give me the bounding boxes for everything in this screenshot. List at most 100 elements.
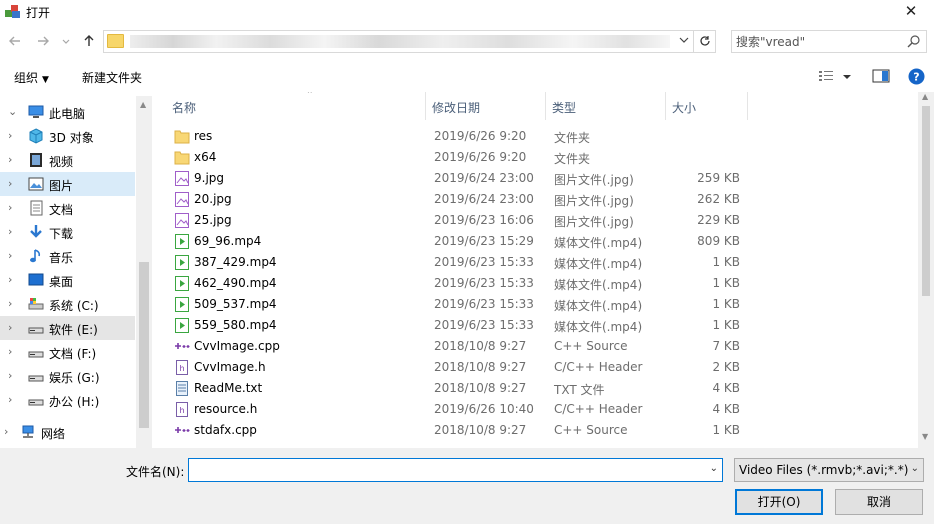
computer-icon — [28, 105, 44, 118]
scroll-up-arrow-icon[interactable]: ▲ — [922, 92, 928, 101]
file-row[interactable]: h resource.h 2019/6/26 10:40 C/C++ Header 4 … — [154, 399, 918, 420]
filename-dropdown-icon[interactable]: ⌄ — [710, 463, 718, 474]
recent-dropdown-icon[interactable] — [60, 34, 72, 52]
close-button[interactable]: ✕ — [888, 0, 934, 24]
column-header-type[interactable]: 类型 — [546, 92, 666, 120]
nav-item-drive-e[interactable]: › 软件 (E:) — [0, 316, 135, 340]
nav-item-drive-h[interactable]: › 办公 (H:) — [0, 388, 135, 412]
nav-item-network[interactable]: › 网络 — [0, 420, 135, 444]
organize-button[interactable]: 组织 ▼ — [14, 69, 49, 86]
file-row[interactable]: 559_580.mp4 2019/6/23 15:33 媒体文件(.mp4) 1 KB — [154, 315, 918, 336]
address-bar[interactable] — [103, 30, 716, 53]
file-type-filter[interactable]: Video Files (*.rmvb;*.avi;*.*) ⌄ — [734, 458, 924, 482]
file-row[interactable]: res 2019/6/26 9:20 文件夹 — [154, 126, 918, 147]
view-options-icon[interactable] — [818, 69, 834, 83]
chevron-right-icon[interactable]: › — [8, 249, 18, 263]
filename-input[interactable] — [192, 462, 692, 478]
chevron-right-icon[interactable]: › — [4, 425, 14, 439]
video-icon — [30, 153, 42, 167]
nav-item-video[interactable]: › 视频 — [0, 148, 135, 172]
file-name: 387_429.mp4 — [194, 255, 277, 269]
file-name: resource.h — [194, 402, 258, 416]
file-name: 559_580.mp4 — [194, 318, 277, 332]
file-row[interactable]: 25.jpg 2019/6/23 16:06 图片文件(.jpg) 229 KB — [154, 210, 918, 231]
column-header-size[interactable]: 大小 — [666, 92, 748, 120]
nav-item-documents[interactable]: › 文档 — [0, 196, 135, 220]
chevron-right-icon[interactable]: › — [8, 273, 18, 287]
file-type: 图片文件(.jpg) — [554, 173, 634, 187]
chevron-right-icon[interactable]: › — [8, 153, 18, 167]
nav-item-this-pc[interactable]: ⌄ 此电脑 — [0, 100, 135, 124]
3d-objects-icon — [29, 128, 43, 144]
chevron-right-icon[interactable]: › — [8, 369, 18, 383]
chevron-right-icon[interactable]: › — [8, 129, 18, 143]
svg-text:h: h — [179, 406, 184, 415]
scroll-down-arrow-icon[interactable]: ▼ — [922, 432, 928, 441]
file-row[interactable]: 509_537.mp4 2019/6/23 15:33 媒体文件(.mp4) 1 KB — [154, 294, 918, 315]
refresh-button[interactable] — [693, 31, 715, 52]
filter-dropdown-icon[interactable]: ⌄ — [911, 463, 919, 474]
nav-scrollbar-thumb[interactable] — [139, 262, 149, 428]
file-row[interactable]: stdafx.cpp 2018/10/8 9:27 C++ Source 1 KB — [154, 420, 918, 441]
address-dropdown-icon[interactable] — [677, 33, 691, 51]
file-type: 图片文件(.jpg) — [554, 215, 634, 229]
file-row[interactable]: 69_96.mp4 2019/6/23 15:29 媒体文件(.mp4) 809 KB — [154, 231, 918, 252]
chevron-right-icon[interactable]: › — [8, 321, 18, 335]
back-arrow-icon[interactable] — [6, 34, 24, 52]
drive-icon — [28, 327, 44, 334]
file-list-scrollbar[interactable]: ▲ ▼ — [918, 92, 934, 448]
open-button[interactable]: 打开(O) — [735, 489, 823, 515]
video-file-icon — [174, 317, 190, 334]
chevron-right-icon[interactable]: › — [8, 297, 18, 311]
chevron-right-icon[interactable]: › — [8, 345, 18, 359]
column-header-name[interactable]: ⌃ 名称 — [166, 92, 426, 120]
desktop-icon — [28, 273, 44, 286]
search-box[interactable] — [731, 30, 927, 53]
chevron-right-icon[interactable]: › — [8, 177, 18, 191]
text-file-icon — [174, 380, 190, 397]
file-row[interactable]: 9.jpg 2019/6/24 23:00 图片文件(.jpg) 259 KB — [154, 168, 918, 189]
file-row[interactable]: 462_490.mp4 2019/6/23 15:33 媒体文件(.mp4) 1 KB — [154, 273, 918, 294]
chevron-right-icon[interactable]: › — [8, 225, 18, 239]
scroll-up-arrow-icon[interactable]: ▲ — [140, 100, 146, 109]
forward-arrow-icon[interactable] — [34, 34, 52, 52]
file-row[interactable]: 387_429.mp4 2019/6/23 15:33 媒体文件(.mp4) 1 KB — [154, 252, 918, 273]
search-input[interactable] — [736, 33, 904, 50]
file-row[interactable]: 20.jpg 2019/6/24 23:00 图片文件(.jpg) 262 KB — [154, 189, 918, 210]
file-date: 2019/6/24 23:00 — [434, 171, 534, 185]
organize-label: 组织 — [14, 71, 39, 85]
cancel-button[interactable]: 取消 — [835, 489, 923, 515]
file-list-scrollbar-thumb[interactable] — [922, 106, 930, 296]
help-icon[interactable]: ? — [908, 68, 925, 85]
nav-item-3d-objects[interactable]: › 3D 对象 — [0, 124, 135, 148]
file-size: 1 KB — [712, 297, 740, 311]
chevron-right-icon[interactable]: › — [8, 393, 18, 407]
nav-item-label: 桌面 — [49, 275, 74, 289]
nav-item-downloads[interactable]: › 下载 — [0, 220, 135, 244]
chevron-right-icon[interactable]: › — [8, 201, 18, 215]
file-type: C/C++ Header — [554, 360, 643, 374]
chevron-down-icon[interactable]: ⌄ — [8, 105, 18, 119]
music-icon — [30, 249, 41, 263]
file-row[interactable]: CvvImage.cpp 2018/10/8 9:27 C++ Source 7 KB — [154, 336, 918, 357]
up-arrow-icon[interactable] — [80, 34, 98, 52]
nav-scrollbar[interactable]: ▲ — [136, 96, 152, 448]
nav-item-drive-g[interactable]: › 娱乐 (G:) — [0, 364, 135, 388]
file-type: 文件夹 — [554, 131, 591, 145]
filename-combobox[interactable]: ⌄ — [188, 458, 723, 482]
sort-arrow-icon: ⌃ — [306, 92, 314, 100]
column-header-date[interactable]: 修改日期 — [426, 92, 546, 120]
file-row[interactable]: x64 2019/6/26 9:20 文件夹 — [154, 147, 918, 168]
preview-pane-icon[interactable] — [872, 69, 890, 83]
new-folder-button[interactable]: 新建文件夹 — [82, 69, 142, 86]
nav-item-pictures[interactable]: › 图片 — [0, 172, 135, 196]
file-row[interactable]: h CvvImage.h 2018/10/8 9:27 C/C++ Header 2 K… — [154, 357, 918, 378]
nav-item-drive-f[interactable]: › 文档 (F:) — [0, 340, 135, 364]
nav-item-drive-c[interactable]: › 系统 (C:) — [0, 292, 135, 316]
search-icon[interactable] — [907, 34, 921, 48]
file-row[interactable]: ReadMe.txt 2018/10/8 9:27 TXT 文件 4 KB — [154, 378, 918, 399]
nav-item-music[interactable]: › 音乐 — [0, 244, 135, 268]
view-dropdown-icon[interactable] — [842, 69, 852, 83]
documents-icon — [30, 200, 43, 216]
nav-item-desktop[interactable]: › 桌面 — [0, 268, 135, 292]
